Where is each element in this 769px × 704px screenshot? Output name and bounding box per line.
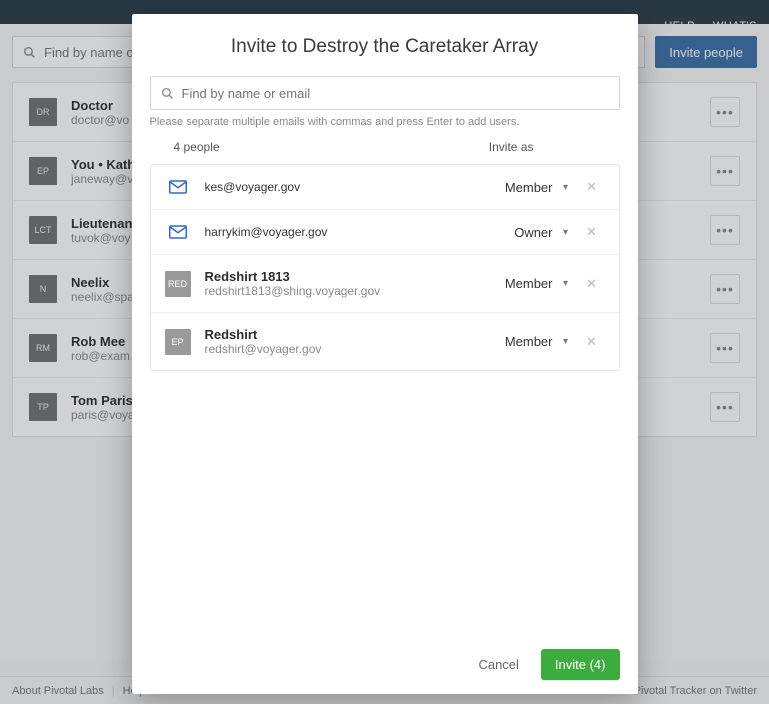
chevron-down-icon[interactable]: ▾ [553,182,579,193]
invite-modal: Invite to Destroy the Caretaker Array Pl… [132,14,638,694]
invite-submit-button[interactable]: Invite (4) [541,649,620,680]
invitee-email: kes@voyager.gov [205,180,493,194]
invitee-role[interactable]: Member [493,334,553,349]
avatar: RED [165,271,191,297]
invite-count: 4 people [174,140,220,154]
chevron-down-icon[interactable]: ▾ [553,227,579,238]
invite-row: EP Redshirtredshirt@voyager.govMember▾✕ [151,313,619,370]
remove-invitee-button[interactable]: ✕ [579,276,605,292]
invite-helper-text: Please separate multiple emails with com… [150,116,620,128]
invitee-role[interactable]: Member [493,180,553,195]
invitee-email: harrykim@voyager.gov [205,225,493,239]
modal-overlay[interactable]: Invite to Destroy the Caretaker Array Pl… [0,0,769,704]
avatar: EP [165,329,191,355]
invitee-name: Redshirt 1813 [205,269,493,284]
cancel-button[interactable]: Cancel [470,651,526,678]
invite-list: kes@voyager.govMember▾✕harrykim@voyager.… [150,164,620,371]
invitee-email: redshirt1813@shing.voyager.gov [205,284,493,298]
invitee-name: Redshirt [205,327,493,342]
chevron-down-icon[interactable]: ▾ [553,278,579,289]
invite-search-input[interactable] [182,86,609,101]
remove-invitee-button[interactable]: ✕ [579,334,605,350]
remove-invitee-button[interactable]: ✕ [579,224,605,240]
invite-row: harrykim@voyager.govOwner▾✕ [151,210,619,255]
invite-row: RED Redshirt 1813redshirt1813@shing.voyag… [151,255,619,313]
modal-title: Invite to Destroy the Caretaker Array [132,14,638,76]
remove-invitee-button[interactable]: ✕ [579,179,605,195]
invitee-role[interactable]: Member [493,276,553,291]
invitee-email: redshirt@voyager.gov [205,342,493,356]
search-icon [161,87,174,100]
invite-search[interactable] [150,76,620,110]
chevron-down-icon[interactable]: ▾ [553,336,579,347]
invitee-role[interactable]: Owner [493,225,553,240]
invite-role-header: Invite as [489,140,534,154]
mail-icon [165,225,191,239]
invite-row: kes@voyager.govMember▾✕ [151,165,619,210]
mail-icon [165,180,191,194]
